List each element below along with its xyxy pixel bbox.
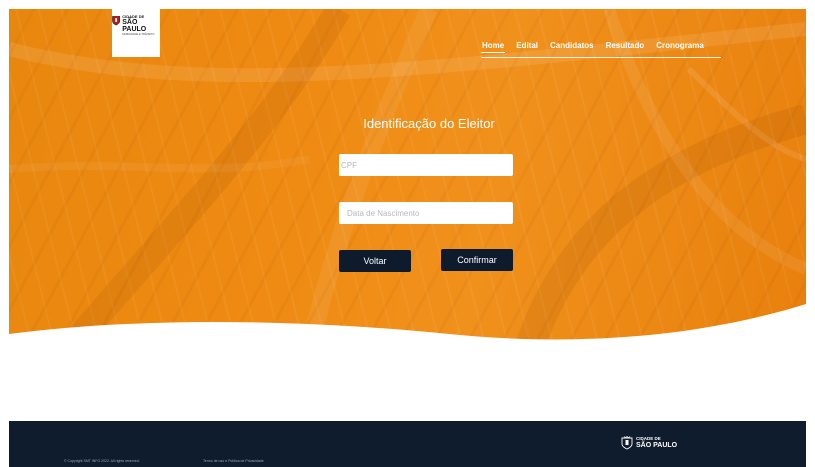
logo-line3: MOBILIDADE E TRÂNSITO <box>122 33 155 36</box>
footer-logo: CIDADE DE SÃO PAULO <box>621 436 677 450</box>
footer-logo-line2: SÃO PAULO <box>636 441 678 449</box>
nav-home[interactable]: Home <box>481 41 506 53</box>
form-title: Identificação do Eleitor <box>363 116 495 131</box>
main-nav: Home Edital Candidatos Resultado Cronogr… <box>481 41 721 58</box>
cpf-input[interactable] <box>339 154 513 176</box>
nav-resultado[interactable]: Resultado <box>605 41 646 54</box>
highway-background <box>9 9 806 349</box>
footer: © Copyright SMT INFO 2022. All rights re… <box>9 421 806 467</box>
nav-cronograma[interactable]: Cronograma <box>655 41 705 54</box>
birth-date-input[interactable] <box>339 202 513 224</box>
footer-copyright: © Copyright SMT INFO 2022. All rights re… <box>64 459 140 463</box>
hero-section: CIDADE DE SÃO PAULO MOBILIDADE E TRÂNSIT… <box>9 9 806 349</box>
logo-line2: SÃO PAULO <box>122 19 147 33</box>
footer-coat-of-arms-icon <box>621 436 633 450</box>
hero-wave-divider <box>9 304 806 352</box>
nav-edital[interactable]: Edital <box>515 41 539 54</box>
header-logo[interactable]: CIDADE DE SÃO PAULO MOBILIDADE E TRÂNSIT… <box>112 9 160 57</box>
back-button[interactable]: Voltar <box>339 250 411 272</box>
footer-terms-link[interactable]: Termo de uso e Política de Privacidade <box>203 459 264 463</box>
confirm-button[interactable]: Confirmar <box>441 249 513 271</box>
coat-of-arms-icon <box>112 16 121 26</box>
nav-candidatos[interactable]: Candidatos <box>549 41 595 54</box>
